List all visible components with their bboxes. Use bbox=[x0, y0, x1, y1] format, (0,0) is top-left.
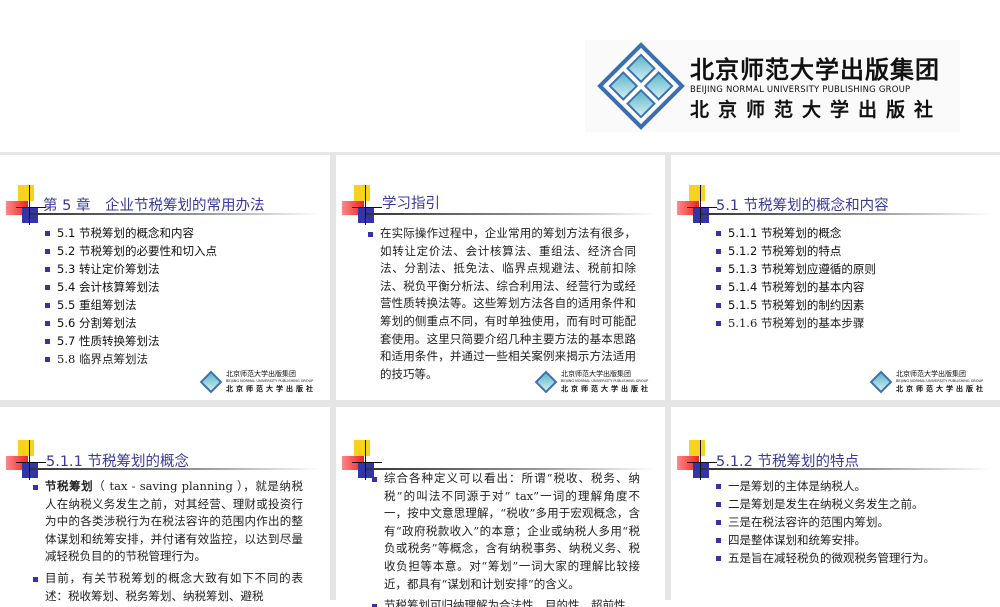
logo-en: BEIJING NORMAL UNIVERSITY PUBLISHING GRO… bbox=[690, 85, 911, 95]
list-item: 5.3 转让定价筹划法 bbox=[45, 260, 217, 278]
logo-cn2: 北京师范大学出版社 bbox=[226, 384, 316, 393]
list-item: 5.1.3 节税筹划应遵循的原则 bbox=[716, 260, 876, 278]
bullet-list: 5.1 节税筹划的概念和内容 5.2 节税筹划的必要性和切入点 5.3 转让定价… bbox=[45, 224, 217, 368]
slide-grid: 第 5 章 企业节税筹划的常用办法 5.1 节税筹划的概念和内容 5.2 节税筹… bbox=[0, 152, 1000, 607]
term-bold: 节税筹划 bbox=[45, 479, 94, 493]
slide-thumbnail-2[interactable]: 学习指引 在实际操作过程中，企业常用的筹划方法有很多，如转让定价法、会计核算法、… bbox=[336, 155, 665, 400]
bullet-list: 在实际操作过程中，企业常用的筹划方法有很多，如转让定价法、会计核算法、重组法、经… bbox=[368, 225, 636, 383]
list-item: 在实际操作过程中，企业常用的筹划方法有很多，如转让定价法、会计核算法、重组法、经… bbox=[368, 225, 636, 383]
list-item: 三是在税法容许的范围内筹划。 bbox=[716, 513, 935, 531]
slide-thumbnail-3[interactable]: 5.1 节税筹划的概念和内容 5.1.1 节税筹划的概念 5.1.2 节税筹划的… bbox=[671, 155, 1000, 400]
list-item: 5.7 性质转换筹划法 bbox=[45, 332, 217, 350]
logo-cn2: 北京师范大学出版社 bbox=[896, 384, 986, 393]
title-decoration-icon bbox=[677, 185, 717, 225]
slide-title: 学习指引 bbox=[382, 196, 440, 212]
list-item: 5.1.6 节税筹划的基本步骤 bbox=[716, 314, 876, 332]
list-item: 5.8 临界点筹划法 bbox=[45, 350, 217, 368]
title-rule bbox=[366, 213, 655, 215]
list-item: 5.5 重组筹划法 bbox=[45, 296, 217, 314]
publisher-logo: 北京师范大学出版集团 BEIJING NORMAL UNIVERSITY PUB… bbox=[585, 40, 960, 132]
logo-cn: 北京师范大学出版集团 bbox=[561, 370, 631, 378]
slide-title: 5.1 节税筹划的概念和内容 bbox=[716, 198, 889, 214]
bullet-list: 5.1.1 节税筹划的概念 5.1.2 节税筹划的特点 5.1.3 节税筹划应遵… bbox=[716, 224, 876, 332]
logo-diamond-icon bbox=[869, 370, 893, 393]
slide-thumbnail-4[interactable]: 5.1.1 节税筹划的概念 节税筹划（ tax - saving plannin… bbox=[0, 407, 330, 607]
small-logo: 北京师范大学出版集团 BEIJING NORMAL UNIVERSITY PUBL… bbox=[534, 370, 651, 393]
list-item: 五是旨在减轻税负的微观税务管理行为。 bbox=[716, 549, 935, 567]
bullet-list: 节税筹划（ tax - saving planning ），就是纳税人在纳税义务… bbox=[33, 478, 303, 605]
logo-cn: 北京师范大学出版集团 bbox=[896, 370, 966, 378]
logo-cn2: 北京师范大学出版社 bbox=[690, 99, 943, 121]
logo-cn: 北京师范大学出版集团 bbox=[690, 56, 940, 84]
list-item: 5.6 分割筹划法 bbox=[45, 314, 217, 332]
logo-diamond-icon bbox=[199, 370, 223, 393]
list-item: 一是筹划的主体是纳税人。 bbox=[716, 477, 935, 495]
slide-title: 第 5 章 企业节税筹划的常用办法 bbox=[43, 198, 265, 214]
logo-diamond-icon bbox=[597, 42, 685, 130]
list-item: 四是整体谋划和统筹安排。 bbox=[716, 531, 935, 549]
logo-cn2: 北京师范大学出版社 bbox=[561, 384, 651, 393]
slide-thumbnail-1[interactable]: 第 5 章 企业节税筹划的常用办法 5.1 节税筹划的概念和内容 5.2 节税筹… bbox=[0, 155, 330, 400]
list-item: 综合各种定义可以看出：所谓“税收、税务、纳税”的叫法不同源于对“ tax”一词的… bbox=[372, 470, 640, 593]
logo-diamond-icon bbox=[534, 370, 558, 393]
list-item: 5.1 节税筹划的概念和内容 bbox=[45, 224, 217, 242]
slide-thumbnail-6[interactable]: 5.1.2 节税筹划的特点 一是筹划的主体是纳税人。 二是筹划是发生在纳税义务发… bbox=[671, 407, 1000, 607]
title-decoration-icon bbox=[342, 185, 382, 225]
logo-cn: 北京师范大学出版集团 bbox=[226, 370, 296, 378]
list-item: 节税筹划可归纳理解为合法性、目的性、超前性 bbox=[372, 597, 640, 607]
list-item: 5.2 节税筹划的必要性和切入点 bbox=[45, 242, 217, 260]
list-item: 5.1.4 节税筹划的基本内容 bbox=[716, 278, 876, 296]
title-decoration-icon bbox=[6, 440, 46, 480]
list-item: 5.4 会计核算筹划法 bbox=[45, 278, 217, 296]
slide-thumbnail-5[interactable]: 综合各种定义可以看出：所谓“税收、税务、纳税”的叫法不同源于对“ tax”一词的… bbox=[336, 407, 665, 607]
bullet-list: 一是筹划的主体是纳税人。 二是筹划是发生在纳税义务发生之前。 三是在税法容许的范… bbox=[716, 477, 935, 567]
title-decoration-icon bbox=[677, 440, 717, 480]
header-area: 北京师范大学出版集团 BEIJING NORMAL UNIVERSITY PUB… bbox=[0, 0, 1000, 152]
list-item: 5.1.5 节税筹划的制约因素 bbox=[716, 296, 876, 314]
slide-title: 5.1.2 节税筹划的特点 bbox=[716, 454, 860, 470]
small-logo: 北京师范大学出版集团 BEIJING NORMAL UNIVERSITY PUBL… bbox=[199, 370, 316, 393]
title-decoration-icon bbox=[6, 185, 46, 225]
list-item: 二是筹划是发生在纳税义务发生之前。 bbox=[716, 495, 935, 513]
slide-title: 5.1.1 节税筹划的概念 bbox=[46, 454, 190, 470]
small-logo: 北京师范大学出版集团 BEIJING NORMAL UNIVERSITY PUBL… bbox=[869, 370, 986, 393]
list-item: 5.1.2 节税筹划的特点 bbox=[716, 242, 876, 260]
list-item: 节税筹划（ tax - saving planning ），就是纳税人在纳税义务… bbox=[33, 478, 303, 566]
bullet-list: 综合各种定义可以看出：所谓“税收、税务、纳税”的叫法不同源于对“ tax”一词的… bbox=[372, 470, 640, 607]
list-item: 5.1.1 节税筹划的概念 bbox=[716, 224, 876, 242]
